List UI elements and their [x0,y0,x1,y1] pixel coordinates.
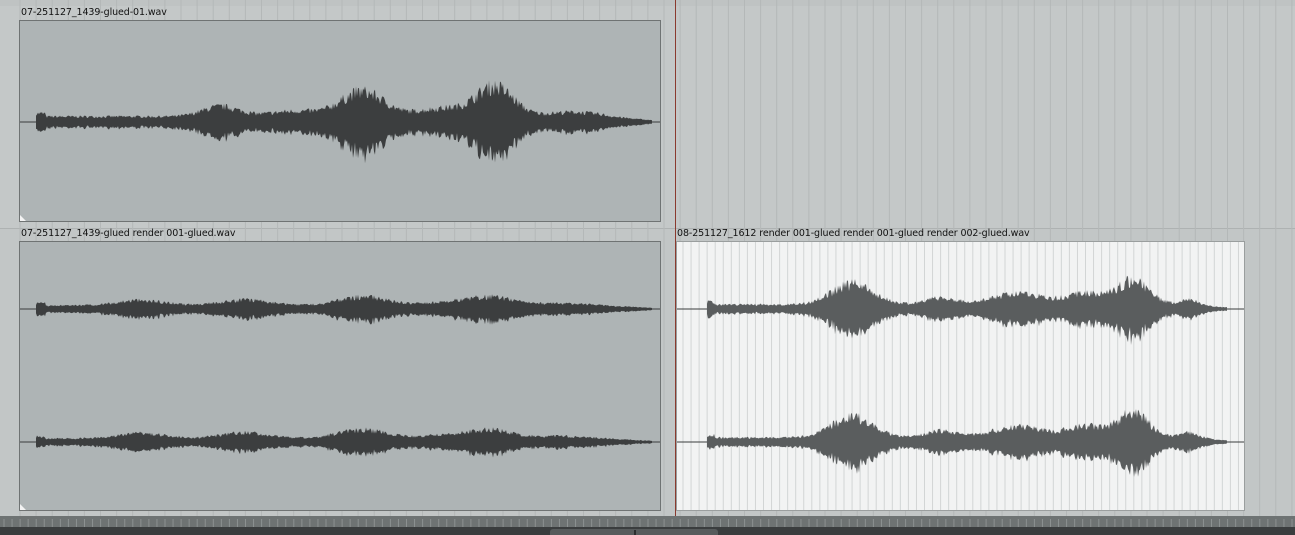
fade-in-handle[interactable] [20,504,26,510]
fade-in-handle[interactable] [20,215,26,221]
item-label: 07-251127_1439-glued-01.wav [21,7,167,18]
item-label: 07-251127_1439-glued render 001-glued.wa… [21,228,236,239]
media-item-glued-render-001[interactable] [19,241,661,511]
scrollbar-grip-icon [634,530,636,535]
media-item-render-002-selected[interactable] [676,241,1245,511]
media-item-glued-01[interactable] [19,20,661,222]
timeline-ruler[interactable] [0,516,1295,527]
waveform [20,294,660,458]
waveform [677,242,1244,510]
waveform [20,80,660,164]
ruler-ticks [3,519,1293,527]
play-cursor[interactable] [675,0,676,516]
item-label: 08-251127_1612 render 001-glued render 0… [677,228,1030,239]
arrange-view[interactable]: 07-251127_1439-glued-01.wav 07-251127_14… [0,0,1295,535]
